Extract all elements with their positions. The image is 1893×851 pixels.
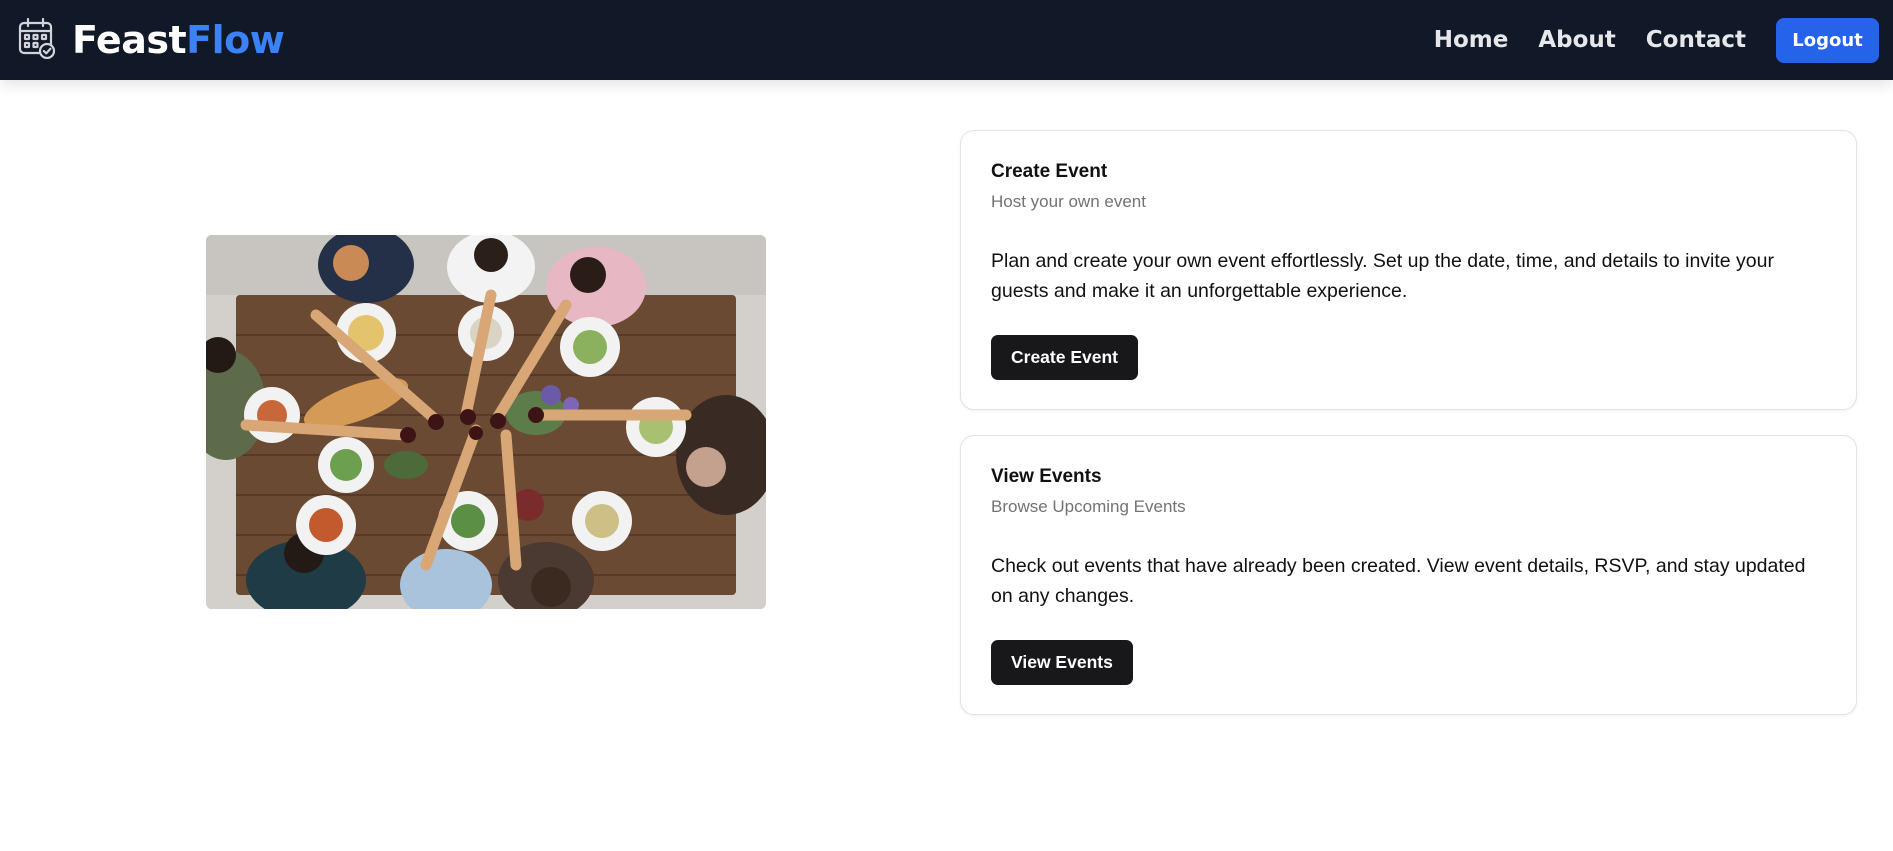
nav-about-link[interactable]: About [1538,27,1615,53]
card-title: Create Event [991,161,1108,182]
card-title: View Events [991,466,1102,487]
create-event-button[interactable]: Create Event [991,335,1138,380]
card-subtitle: Host your own event [991,192,1146,211]
brand-name-part2: Flow [186,18,285,62]
navbar: FeastFlow Home About Contact Logout [0,0,1893,80]
view-events-card: View Events Browse Upcoming Events Check… [960,435,1857,715]
logout-button[interactable]: Logout [1776,17,1879,63]
card-subtitle: Browse Upcoming Events [991,497,1186,516]
card-description: Check out events that have already been … [991,555,1806,607]
nav-home-link[interactable]: Home [1434,27,1509,53]
create-event-card: Create Event Host your own event Plan an… [960,130,1857,410]
brand-name: FeastFlow [72,18,285,62]
brand[interactable]: FeastFlow [18,17,285,64]
nav-links: Home About Contact Logout [1434,0,1893,80]
hero-dinner-photo [206,235,766,609]
brand-name-part1: Feast [72,18,187,62]
view-events-button[interactable]: View Events [991,640,1133,685]
calendar-check-icon [18,17,72,64]
card-description: Plan and create your own event effortles… [991,250,1774,302]
nav-contact-link[interactable]: Contact [1646,27,1746,53]
